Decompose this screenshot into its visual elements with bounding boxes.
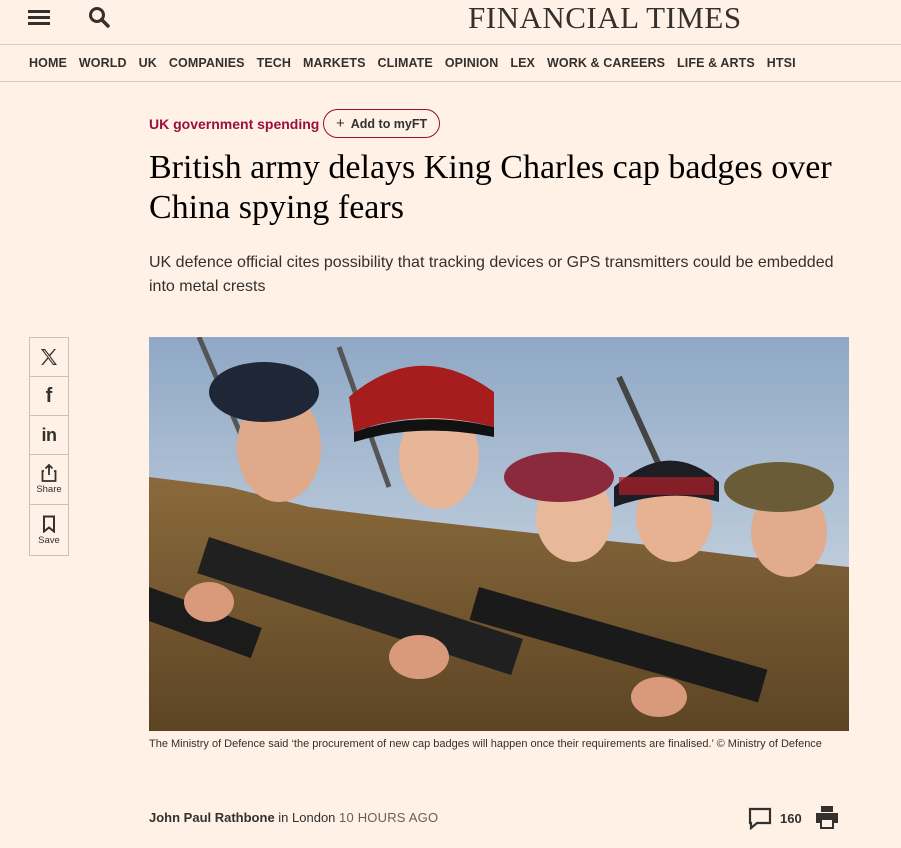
plus-icon: + [336,115,345,132]
hero-image [149,337,849,731]
add-to-myft-label: Add to myFT [350,116,428,131]
article-headline: British army delays King Charles cap bad… [149,149,832,226]
share-icon [41,464,57,482]
nav-uk[interactable]: UK [139,56,157,70]
byline: John Paul Rathbone in London 10 HOURS AG… [149,810,438,825]
nav-companies[interactable]: COMPANIES [169,56,245,70]
nav-markets[interactable]: MARKETS [303,56,366,70]
share-toolbar: f in Share Save [29,337,69,556]
bookmark-icon [43,515,55,533]
topic-link[interactable]: UK government spending [149,116,319,132]
search-icon[interactable] [88,6,110,28]
nav-opinion[interactable]: OPINION [445,56,498,70]
x-icon [41,349,57,365]
save-label: Save [38,534,60,546]
facebook-icon: f [45,384,53,407]
print-button[interactable] [815,805,839,829]
share-label: Share [36,484,62,495]
nav-home[interactable]: HOME [29,56,67,70]
image-caption: The Ministry of Defence said ‘the procur… [149,738,822,750]
nav-lex[interactable]: LEX [510,56,535,70]
nav-world[interactable]: WORLD [79,56,127,70]
print-icon [816,806,838,829]
nav-climate[interactable]: CLIMATE [378,56,433,70]
top-bar: FINANCIAL TIMES [0,0,901,45]
nav-life-arts[interactable]: LIFE & ARTS [677,56,755,70]
nav-tech[interactable]: TECH [257,56,291,70]
comments-count: 160 [780,810,802,826]
save-button[interactable]: Save [30,505,68,555]
nav-htsi[interactable]: HTSI [767,56,796,70]
share-facebook-button[interactable]: f [30,377,68,416]
menu-icon[interactable] [28,8,50,28]
linkedin-icon: in [41,424,58,445]
comment-icon [748,807,772,830]
publish-time: 10 HOURS AGO [339,810,439,825]
share-x-button[interactable] [30,338,68,377]
share-linkedin-button[interactable]: in [30,416,68,455]
add-to-myft-button[interactable]: + Add to myFT [323,109,441,138]
byline-location: in London [278,810,336,825]
article-standfirst: UK defence official cites possibility th… [149,254,834,295]
nav-work-careers[interactable]: WORK & CAREERS [547,56,665,70]
section-nav: HOME WORLD UK COMPANIES TECH MARKETS CLI… [0,45,901,82]
comments-button[interactable]: 160 [748,805,802,831]
masthead-logo[interactable]: FINANCIAL TIMES [468,0,742,36]
share-button[interactable]: Share [30,455,68,505]
author-link[interactable]: John Paul Rathbone [149,810,275,825]
